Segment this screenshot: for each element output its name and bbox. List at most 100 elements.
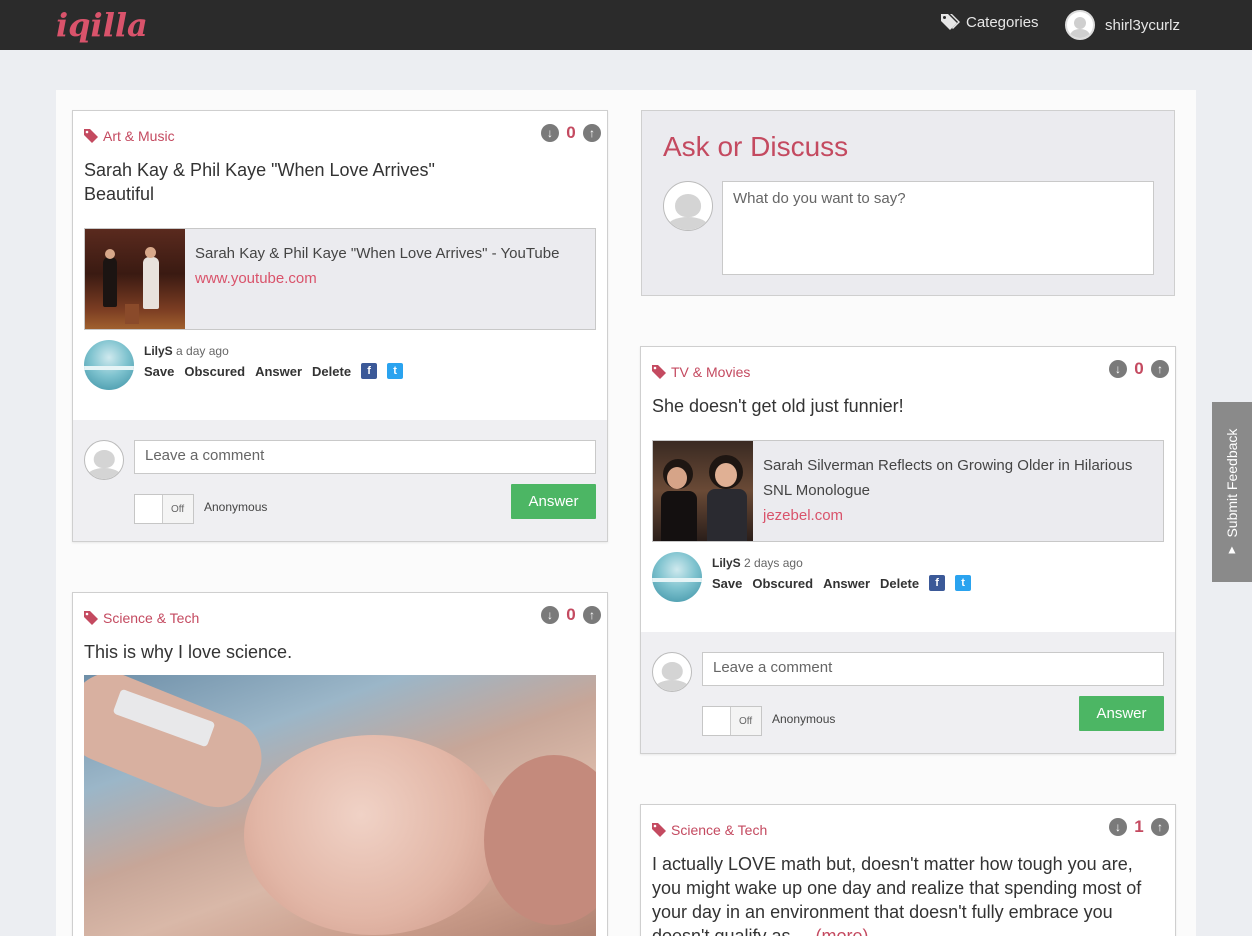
vote-count: 0	[566, 123, 576, 142]
feedback-label: Submit Feedback	[1224, 428, 1240, 538]
link-text: Sarah Kay & Phil Kaye "When Love Arrives…	[185, 229, 569, 329]
more-link[interactable]: ... (more)	[796, 926, 869, 936]
toggle-label: Off	[171, 503, 185, 515]
link-url[interactable]: www.youtube.com	[195, 266, 559, 291]
obscured-button[interactable]: Obscured	[184, 364, 245, 379]
link-title: Sarah Silverman Reflects on Growing Olde…	[763, 457, 1133, 499]
post-card: Science & Tech ↓ 1 ↑ I actually LOVE mat…	[640, 804, 1176, 936]
vote-count: 1	[1134, 817, 1144, 836]
link-preview[interactable]: Sarah Silverman Reflects on Growing Olde…	[652, 440, 1164, 542]
link-preview[interactable]: Sarah Kay & Phil Kaye "When Love Arrives…	[84, 228, 596, 330]
post-title[interactable]: I actually LOVE math but, doesn't matter…	[652, 852, 1164, 936]
comment-area: Leave a comment Off Anonymous Answer	[73, 420, 607, 541]
comment-area: Leave a comment Off Anonymous Answer	[641, 632, 1175, 753]
post-category[interactable]: Art & Music	[84, 128, 175, 144]
category-label: Science & Tech	[103, 610, 200, 626]
post-time: 2 days ago	[744, 556, 803, 570]
link-thumbnail	[653, 441, 753, 541]
anonymous-toggle[interactable]: Off	[134, 494, 194, 524]
author-avatar[interactable]	[84, 340, 134, 390]
post-card: Science & Tech ↓ 0 ↑ This is why I love …	[72, 592, 608, 936]
post-image[interactable]	[84, 675, 596, 936]
user-avatar	[1065, 10, 1095, 40]
arrow-down-icon[interactable]: ↓	[1109, 360, 1127, 378]
vote-count: 0	[1134, 359, 1144, 378]
author-avatar[interactable]	[652, 552, 702, 602]
arrow-up-icon[interactable]: ↑	[583, 124, 601, 142]
avatar-placeholder-icon	[652, 652, 692, 692]
anonymous-label: Anonymous	[204, 500, 268, 514]
answer-link[interactable]: Answer	[255, 364, 302, 379]
facebook-icon[interactable]: f	[361, 363, 378, 379]
tags-icon	[941, 14, 960, 30]
delete-button[interactable]: Delete	[312, 364, 351, 379]
post-card: Art & Music ↓ 0 ↑ Sarah Kay & Phil Kaye …	[72, 110, 608, 542]
vote-controls: ↓ 1 ↑	[1109, 817, 1169, 837]
anonymous-label: Anonymous	[772, 712, 836, 726]
answer-button[interactable]: Answer	[1079, 696, 1164, 731]
categories-label: Categories	[966, 13, 1039, 31]
obscured-button[interactable]: Obscured	[752, 576, 813, 591]
avatar-placeholder-icon	[84, 440, 124, 480]
author-name[interactable]: LilyS	[144, 344, 173, 358]
post-category[interactable]: Science & Tech	[84, 610, 199, 626]
tag-icon	[84, 129, 98, 143]
post-meta: LilyS 2 days ago	[712, 556, 803, 570]
post-title-text: I actually LOVE math but, doesn't matter…	[652, 854, 1142, 936]
comment-input[interactable]: Leave a comment	[702, 652, 1164, 686]
submit-feedback-tab[interactable]: ▲ Submit Feedback	[1212, 402, 1252, 582]
arrow-down-icon[interactable]: ↓	[541, 606, 559, 624]
delete-button[interactable]: Delete	[880, 576, 919, 591]
category-label: Art & Music	[103, 128, 175, 144]
tag-icon	[84, 611, 98, 625]
user-menu[interactable]: shirl3ycurlz	[1065, 10, 1180, 40]
anonymous-toggle[interactable]: Off	[702, 706, 762, 736]
author-name[interactable]: LilyS	[712, 556, 741, 570]
twitter-icon[interactable]: t	[387, 363, 404, 379]
answer-link[interactable]: Answer	[823, 576, 870, 591]
post-category[interactable]: TV & Movies	[652, 364, 750, 380]
arrow-up-icon[interactable]: ↑	[1151, 818, 1169, 836]
post-time: a day ago	[176, 344, 229, 358]
categories-menu[interactable]: Categories	[940, 13, 1039, 31]
vote-count: 0	[566, 605, 576, 624]
category-label: TV & Movies	[671, 364, 751, 380]
post-title-line: Sarah Kay & Phil Kaye "When Love Arrives…	[84, 160, 435, 180]
arrow-up-icon[interactable]: ↑	[1151, 360, 1169, 378]
post-title-line: Beautiful	[84, 184, 155, 204]
save-button[interactable]: Save	[144, 364, 174, 379]
username-label: shirl3ycurlz	[1105, 16, 1181, 34]
arrow-down-icon[interactable]: ↓	[541, 124, 559, 142]
post-actions: Save Obscured Answer Delete f t	[712, 575, 972, 591]
save-button[interactable]: Save	[712, 576, 742, 591]
post-title[interactable]: She doesn't get old just funnier!	[652, 394, 1152, 418]
answer-button[interactable]: Answer	[511, 484, 596, 519]
vote-controls: ↓ 0 ↑	[1109, 359, 1169, 379]
ask-title: Ask or Discuss	[663, 131, 849, 162]
facebook-icon[interactable]: f	[929, 575, 946, 591]
link-title: Sarah Kay & Phil Kaye "When Love Arrives…	[195, 245, 560, 262]
link-thumbnail	[85, 229, 185, 329]
link-text: Sarah Silverman Reflects on Growing Olde…	[753, 441, 1163, 541]
toggle-label: Off	[739, 715, 753, 727]
post-title[interactable]: Sarah Kay & Phil Kaye "When Love Arrives…	[84, 158, 584, 206]
main-content: Art & Music ↓ 0 ↑ Sarah Kay & Phil Kaye …	[56, 90, 1196, 936]
arrow-down-icon[interactable]: ↓	[1109, 818, 1127, 836]
arrow-up-icon[interactable]: ↑	[583, 606, 601, 624]
site-logo[interactable]: iqilla	[56, 6, 148, 44]
category-label: Science & Tech	[671, 822, 768, 838]
post-title[interactable]: This is why I love science.	[84, 640, 584, 664]
link-url[interactable]: jezebel.com	[763, 503, 1153, 528]
tag-icon	[652, 365, 666, 379]
vote-controls: ↓ 0 ↑	[541, 605, 601, 625]
vote-controls: ↓ 0 ↑	[541, 123, 601, 143]
post-actions: Save Obscured Answer Delete f t	[144, 363, 404, 379]
top-navigation-bar: iqilla Categories shirl3ycurlz	[0, 0, 1252, 50]
comment-input[interactable]: Leave a comment	[134, 440, 596, 474]
post-meta: LilyS a day ago	[144, 344, 229, 358]
twitter-icon[interactable]: t	[955, 575, 972, 591]
post-category[interactable]: Science & Tech	[652, 822, 767, 838]
megaphone-icon: ▲	[1226, 542, 1238, 557]
avatar-placeholder-icon	[663, 181, 713, 231]
ask-input[interactable]: What do you want to say?	[722, 181, 1154, 275]
